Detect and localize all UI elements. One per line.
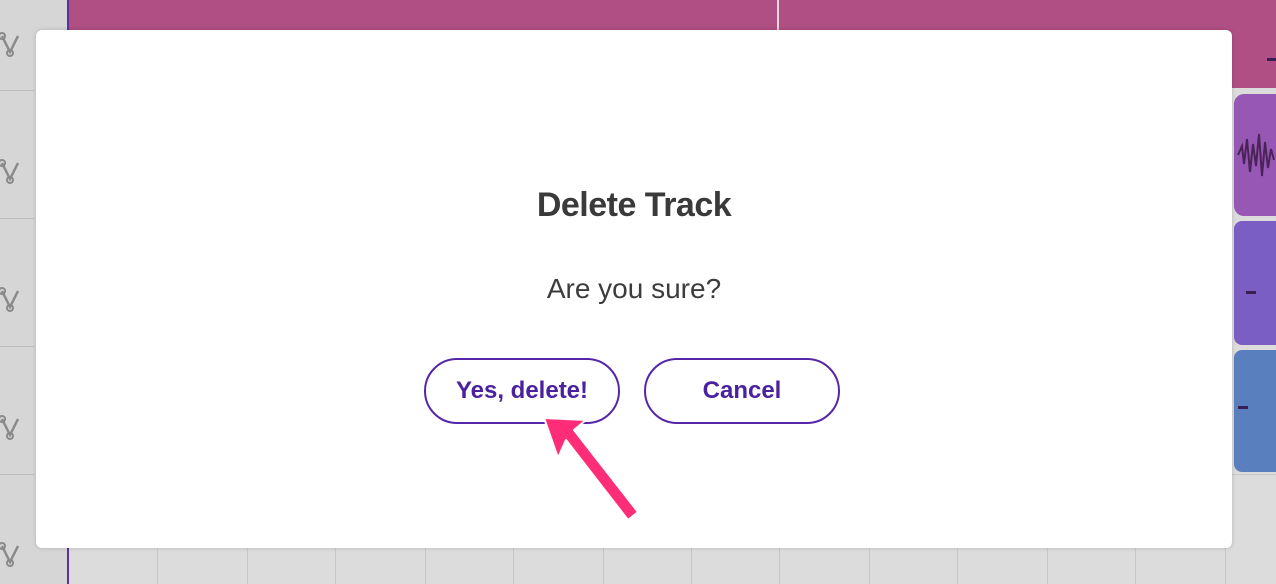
cancel-button[interactable]: Cancel	[644, 358, 840, 424]
annotation-arrow-icon	[543, 417, 639, 521]
dialog-title: Delete Track	[536, 186, 732, 224]
dialog-message: Are you sure?	[546, 273, 722, 304]
